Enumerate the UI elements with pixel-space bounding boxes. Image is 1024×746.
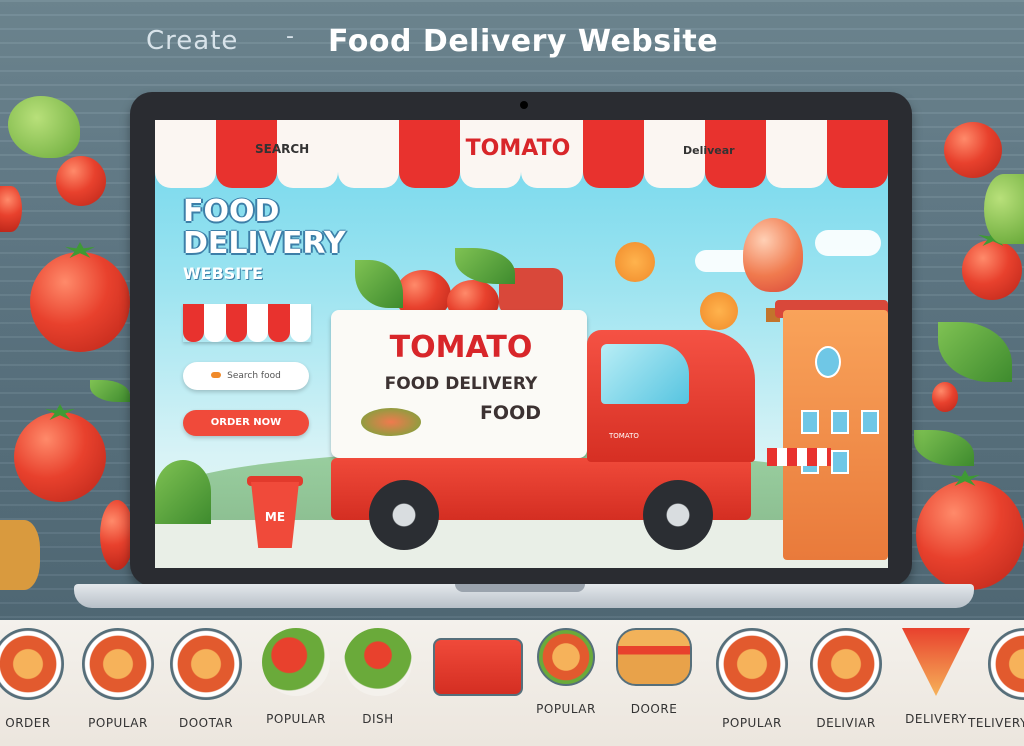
veggies-icon [262, 628, 330, 696]
category-label: DISH [362, 712, 394, 726]
category-row: ORDER POPULAR DOOTAR POPULAR DISH POPULA… [0, 620, 1024, 746]
hero-title-line1: FOOD [183, 194, 280, 229]
building-window [815, 346, 841, 378]
lettuce-icon [455, 248, 515, 284]
bush-icon [155, 460, 211, 524]
header-prefix: Create [146, 26, 239, 56]
lettuce-icon [355, 260, 403, 308]
category-label: TELIVERY [968, 716, 1024, 730]
tomato-icon [56, 156, 106, 206]
category-item[interactable]: POPULAR [704, 628, 800, 730]
nav-delivery-link[interactable]: Delivear [683, 144, 735, 157]
sun-icon [615, 242, 655, 282]
category-label: POPULAR [88, 716, 148, 730]
tomato-icon [944, 122, 1002, 178]
nav-search-link[interactable]: SEARCH [255, 142, 309, 156]
category-label: POPULAR [722, 716, 782, 730]
building [783, 310, 888, 560]
building-window [801, 410, 819, 434]
category-item[interactable]: DELIVIAR [798, 628, 894, 730]
noodle-icon [988, 628, 1024, 700]
food-bowl-icon [0, 628, 64, 700]
burger-icon [537, 628, 595, 686]
category-item[interactable]: POPULAR [518, 628, 614, 716]
lime-icon [984, 174, 1024, 244]
category-item[interactable]: DISH [330, 628, 426, 726]
category-item[interactable]: DOOTAR [158, 628, 254, 730]
building-window [831, 410, 849, 434]
cup-text: ME [264, 510, 286, 524]
truck-window [601, 344, 689, 404]
wheel-icon [643, 480, 713, 550]
tomato-icon [100, 500, 134, 570]
wheel-icon [369, 480, 439, 550]
search-input[interactable]: Search food [183, 362, 309, 390]
sun-icon [700, 292, 738, 330]
bread-icon [0, 520, 40, 590]
tomato-icon [30, 252, 130, 352]
food-bowl-icon [170, 628, 242, 700]
page-header: Create - Food Delivery Website [0, 24, 1024, 64]
laptop-screen: SEARCH TOMATO Delivear FOOD DELIVERY WEB… [155, 120, 888, 568]
category-item[interactable]: TELIVERY [968, 628, 1024, 730]
category-label: POPULAR [536, 702, 596, 716]
category-label: DOOTAR [178, 716, 234, 730]
header-dash: - [286, 24, 294, 49]
category-item[interactable]: POPULAR [70, 628, 166, 730]
truck-door-text: TOMATO [609, 432, 639, 440]
header-title: Food Delivery Website [328, 24, 719, 59]
truck-icon [433, 638, 523, 696]
tomato-icon [0, 186, 22, 232]
category-label: DELIVIAR [816, 716, 876, 730]
category-label: DOORE [630, 702, 678, 716]
sandwich-icon [616, 628, 692, 686]
category-item[interactable]: ORDER [0, 628, 76, 730]
brand-logo[interactable]: TOMATO [438, 136, 598, 161]
truck-tagline: FOOD DELIVERY [384, 374, 538, 394]
tomato-icon [932, 382, 958, 412]
dish-icon [716, 628, 788, 700]
salad-icon [344, 628, 412, 696]
pizza-icon [810, 628, 882, 700]
balloon-icon [743, 218, 803, 292]
laptop-notch [455, 584, 585, 592]
building-window [861, 410, 879, 434]
order-now-button[interactable]: ORDER NOW [183, 410, 309, 436]
food-bowl-icon [82, 628, 154, 700]
camera-icon [520, 101, 528, 109]
category-item[interactable]: DOORE [606, 628, 702, 716]
search-icon [211, 372, 222, 378]
mini-awning [183, 304, 311, 342]
hero-subtitle: WEBSITE [183, 264, 264, 283]
shop-awning [767, 448, 831, 466]
hero-title: FOOD DELIVERY [183, 196, 346, 260]
tomato-icon [916, 480, 1024, 590]
search-text: Search food [227, 371, 281, 381]
pizza-slice-icon [902, 628, 970, 696]
truck-brand: TOMATO [389, 330, 533, 365]
food-plate-icon [361, 408, 421, 436]
tomato-icon [962, 240, 1022, 300]
tomato-icon [14, 412, 106, 502]
category-label: ORDER [5, 716, 51, 730]
category-item[interactable] [430, 628, 526, 712]
cloud-icon [815, 230, 881, 256]
building-window [831, 450, 849, 474]
hero-title-line2: DELIVERY [183, 226, 346, 261]
